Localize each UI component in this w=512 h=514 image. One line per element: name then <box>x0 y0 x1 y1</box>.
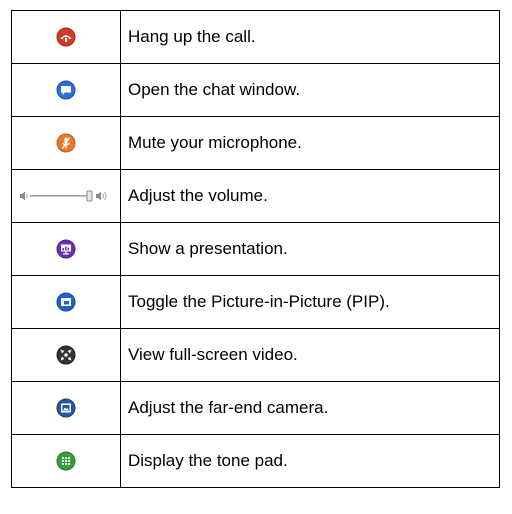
description-text: Adjust the volume. <box>120 169 500 223</box>
far-end-camera-icon <box>56 398 76 418</box>
table-row: View full-screen video. <box>11 328 500 382</box>
table-row: Adjust the volume. <box>11 169 500 223</box>
pip-icon <box>56 292 76 312</box>
table-row: Toggle the Picture-in-Picture (PIP). <box>11 275 500 329</box>
full-screen-icon <box>56 345 76 365</box>
description-text: View full-screen video. <box>120 328 500 382</box>
volume-slider-icon <box>18 189 114 203</box>
description-text: Adjust the far-end camera. <box>120 381 500 435</box>
icon-cell <box>11 381 121 435</box>
icon-cell <box>11 434 121 488</box>
description-text: Open the chat window. <box>120 63 500 117</box>
hang-up-icon <box>56 27 76 47</box>
icon-cell <box>11 63 121 117</box>
table-row: Mute your microphone. <box>11 116 500 170</box>
description-text: Display the tone pad. <box>120 434 500 488</box>
icon-cell <box>11 169 121 223</box>
chat-icon <box>56 80 76 100</box>
tone-pad-icon <box>56 451 76 471</box>
table-row: Hang up the call. <box>11 10 500 64</box>
microphone-mute-icon <box>56 133 76 153</box>
presentation-icon <box>56 239 76 259</box>
icon-cell <box>11 10 121 64</box>
icon-cell <box>11 222 121 276</box>
table-row: Open the chat window. <box>11 63 500 117</box>
icon-cell <box>11 116 121 170</box>
icon-legend-table: Hang up the call. Open the chat window. <box>11 10 500 488</box>
table-row: Show a presentation. <box>11 222 500 276</box>
table-row: Adjust the far-end camera. <box>11 381 500 435</box>
icon-cell <box>11 275 121 329</box>
icon-cell <box>11 328 121 382</box>
description-text: Toggle the Picture-in-Picture (PIP). <box>120 275 500 329</box>
description-text: Mute your microphone. <box>120 116 500 170</box>
description-text: Show a presentation. <box>120 222 500 276</box>
table-row: Display the tone pad. <box>11 434 500 488</box>
description-text: Hang up the call. <box>120 10 500 64</box>
